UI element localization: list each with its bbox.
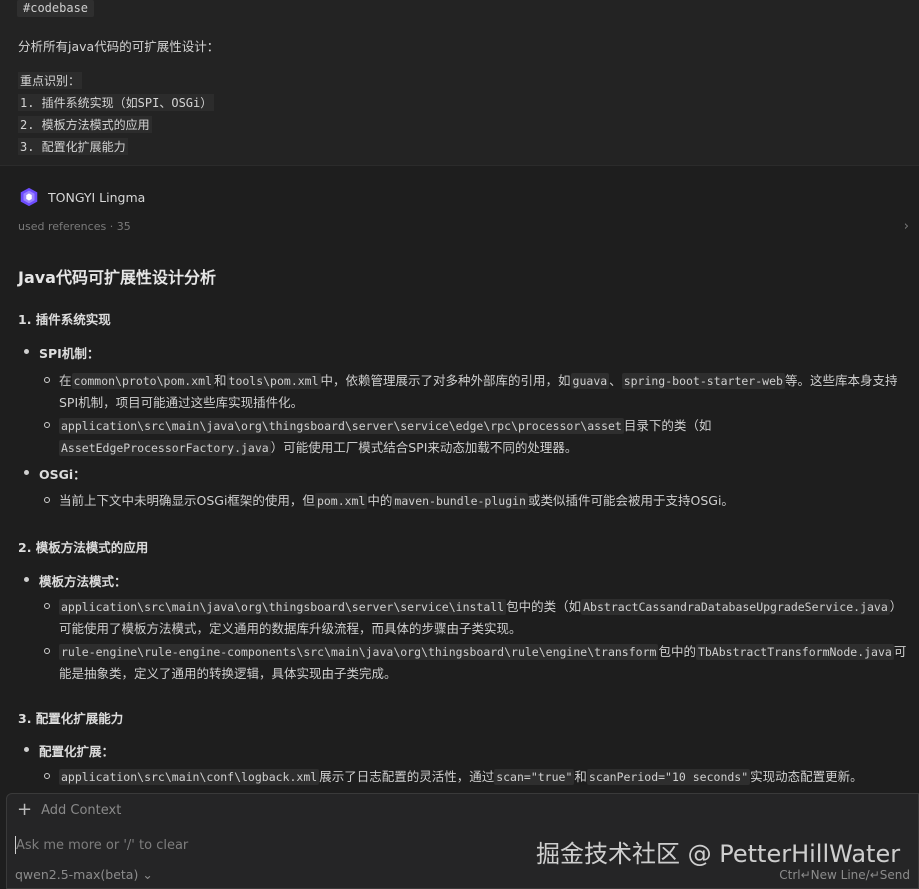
inline-code[interactable]: pom.xml — [314, 493, 368, 509]
bullet-icon — [44, 377, 50, 383]
codebase-tag[interactable]: #codebase — [17, 0, 95, 17]
inline-code[interactable]: scanPeriod="10 seconds" — [586, 769, 751, 785]
answer-title: Java代码可扩展性设计分析 — [18, 268, 216, 287]
user-message-line: 1. 插件系统实现（如SPI、OSGi） — [18, 94, 215, 111]
list-item: 在 common\proto\pom.xml 和 tools\pom.xml 中，依赖管… — [44, 370, 914, 413]
bullet-icon — [44, 497, 50, 503]
text: 、 — [609, 373, 622, 388]
bullet-label: 模板方法模式： — [24, 571, 127, 590]
text: 或类似插件可能会被用于支持OSGi。 — [527, 493, 734, 508]
bullet-icon — [44, 648, 50, 654]
used-references[interactable]: used references · 35 — [18, 220, 131, 233]
inline-code[interactable]: scan="true" — [494, 769, 575, 785]
model-selector[interactable]: qwen2.5-max(beta) ⌄ — [15, 867, 153, 882]
lingma-logo-icon — [20, 187, 38, 207]
add-context-button[interactable]: + Add Context — [17, 799, 122, 820]
inline-code[interactable]: spring-boot-starter-web — [621, 373, 785, 389]
text: ）可能使用工厂模式结合SPI来动态加载不同的处理器。 — [270, 440, 578, 455]
bullet-icon — [44, 603, 50, 609]
text: 和 — [214, 373, 227, 388]
section-heading: 2. 模板方法模式的应用 — [18, 540, 149, 555]
text: 目录下的类（如 — [623, 418, 712, 433]
list-item: application\src\main\conf\logback.xml 展示了… — [44, 766, 914, 788]
assistant-header: TONGYI Lingma — [18, 186, 145, 208]
inline-code[interactable]: maven-bundle-plugin — [392, 493, 528, 509]
section-heading: 1. 插件系统实现 — [18, 312, 111, 327]
text: 当前上下文中未明确显示OSGi框架的使用，但 — [59, 493, 315, 508]
list-item: application\src\main\java\org\thingsboar… — [44, 596, 914, 639]
list-item: rule-engine\rule-engine-components\src\m… — [44, 641, 914, 684]
text: 包中的类（如 — [506, 599, 582, 614]
user-message-line: 分析所有java代码的可扩展性设计： — [18, 39, 220, 54]
add-context-label: Add Context — [41, 802, 122, 818]
user-message-line: 2. 模板方法模式的应用 — [18, 116, 152, 133]
inline-code[interactable]: application\src\main\conf\logback.xml — [59, 769, 320, 785]
inline-code[interactable]: tools\pom.xml — [226, 373, 321, 389]
text: 中的 — [367, 493, 393, 508]
bullet-label: 配置化扩展： — [24, 741, 114, 760]
list-item: 当前上下文中未明确显示OSGi框架的使用，但 pom.xml 中的 maven-bun… — [44, 490, 914, 512]
text: 实现动态配置更新。 — [750, 769, 863, 784]
text: 展示了日志配置的灵活性，通过 — [319, 769, 495, 784]
text: 和 — [574, 769, 587, 784]
bullet-label-text: OSGi： — [39, 467, 86, 482]
model-name: qwen2.5-max(beta) — [15, 867, 139, 882]
inline-code[interactable]: TbAbstractTransformNode.java — [695, 644, 894, 660]
inline-code[interactable]: rule-engine\rule-engine-components\src\m… — [59, 644, 659, 660]
list-item: application\src\main\java\org\thingsboar… — [44, 415, 914, 459]
inline-code[interactable]: AbstractCassandraDatabaseUpgradeService.… — [581, 599, 890, 615]
shortcut-hint: Ctrl↵New Line/↵Send — [779, 868, 910, 882]
text: 中，依赖管理展示了对多种外部库的引用，如 — [320, 373, 571, 388]
bullet-label: SPI机制： — [24, 343, 99, 362]
user-message-line: 重点识别： — [18, 72, 83, 89]
inline-code[interactable]: AssetEdgeProcessorFactory.java — [59, 440, 271, 456]
chevron-down-icon: ⌄ — [142, 867, 153, 882]
inline-code[interactable]: guava — [570, 373, 610, 389]
bullet-label-text: 模板方法模式： — [39, 574, 127, 589]
text: 包中的 — [658, 644, 696, 659]
text: 在 — [59, 373, 72, 388]
assistant-name: TONGYI Lingma — [48, 189, 146, 205]
bullet-label-text: SPI机制： — [39, 346, 100, 361]
plus-icon: + — [17, 799, 33, 820]
bullet-icon — [44, 773, 50, 779]
inline-code[interactable]: common\proto\pom.xml — [71, 373, 214, 389]
inline-code[interactable]: application\src\main\java\org\thingsboar… — [59, 418, 624, 434]
section-heading: 3. 配置化扩展能力 — [18, 711, 124, 726]
chevron-right-icon[interactable]: › — [904, 219, 909, 234]
bullet-label: OSGi： — [24, 464, 86, 483]
watermark: 掘金技术社区 @ PetterHillWater — [536, 840, 901, 868]
inline-code[interactable]: application\src\main\java\org\thingsboar… — [59, 599, 507, 615]
user-message: #codebase 分析所有java代码的可扩展性设计： 重点识别： 1. 插件… — [0, 0, 919, 166]
user-message-line: 3. 配置化扩展能力 — [18, 138, 128, 155]
chat-input[interactable] — [15, 836, 515, 854]
bullet-icon — [44, 422, 50, 428]
bullet-label-text: 配置化扩展： — [39, 744, 115, 759]
